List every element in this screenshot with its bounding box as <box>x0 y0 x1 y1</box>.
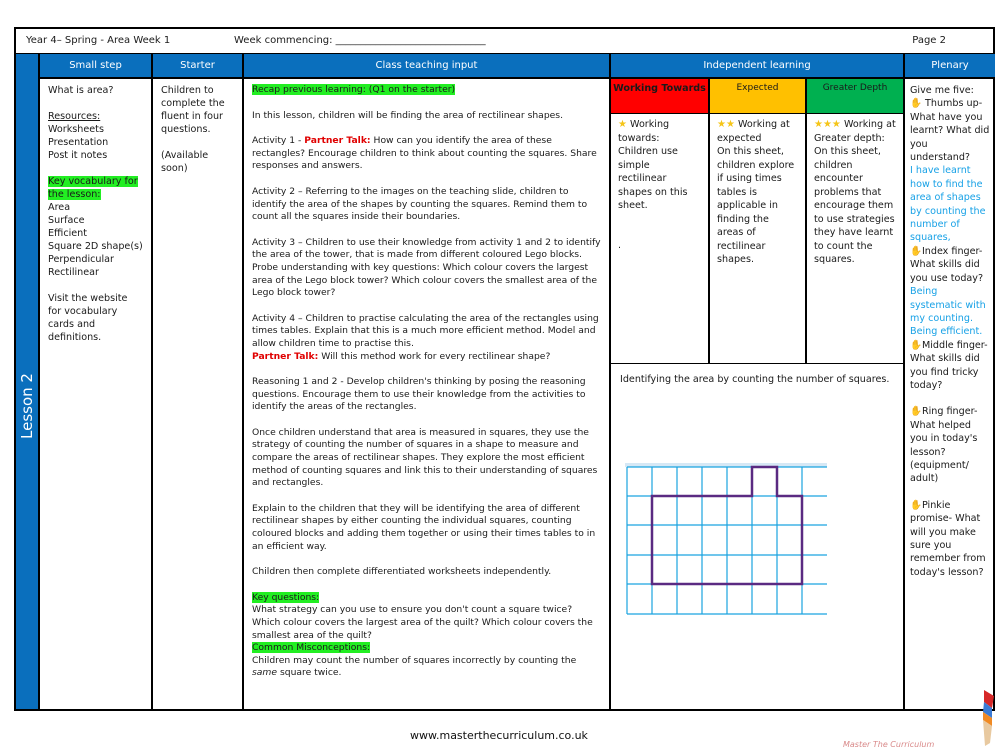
level-header: Greater Depth <box>807 79 903 114</box>
level-text: Children use simple rectilinear shapes o… <box>618 146 688 211</box>
small-step-question: What is area? <box>48 85 114 96</box>
explain-text: Explain to the children that they will b… <box>252 502 596 552</box>
vocab-item: Efficient <box>48 228 88 239</box>
hand-icon: ✋ <box>910 245 922 257</box>
website-note: Visit the website for vocabulary cards a… <box>48 293 128 343</box>
hand-icon: ✋ <box>910 339 922 351</box>
level-body: ★★ Working at expected On this sheet, ch… <box>710 114 805 271</box>
brand-logo-text: Master The Curriculum <box>843 740 935 749</box>
document-title: Year 4– Spring - Area Week 1 <box>26 35 171 46</box>
activity-3: Activity 3 – Children to use their knowl… <box>252 236 601 299</box>
ability-levels: Working Towards ★ Working towards: Child… <box>611 79 903 364</box>
small-step-column: Small step What is area? Resources: Work… <box>38 54 151 709</box>
star-icon: ★★ <box>717 119 735 130</box>
thumb-prompt: Thumbs up- What have you learnt? What di… <box>910 98 990 164</box>
once-text: Once children understand that area is me… <box>252 426 598 489</box>
hand-icon: ✋ <box>910 406 922 418</box>
activity-4-partner-text: Will this method work for every rectilin… <box>318 350 551 362</box>
resources-label: Resources: <box>48 111 101 122</box>
level-text: On this sheet, children encounter proble… <box>814 146 895 265</box>
vocab-item: Rectilinear <box>48 267 99 278</box>
vocab-item: Perpendicular <box>48 254 114 265</box>
star-icon: ★★★ <box>814 119 841 130</box>
resource-item: Post it notes <box>48 150 108 161</box>
pencil-logo-icon <box>983 690 994 746</box>
worked-example: Identifying the area by counting the num… <box>611 365 903 709</box>
page-header: Year 4– Spring - Area Week 1 Week commen… <box>16 29 993 54</box>
level-working-towards: Working Towards ★ Working towards: Child… <box>611 79 708 363</box>
level-extra: . <box>618 239 622 251</box>
lesson-plan-page: Year 4– Spring - Area Week 1 Week commen… <box>14 27 995 711</box>
level-header: Working Towards <box>611 79 708 114</box>
resource-item: Worksheets <box>48 124 104 135</box>
partner-talk-label: Partner Talk: <box>304 135 371 147</box>
misconceptions-pre: Children may count the number of squares… <box>252 654 577 666</box>
key-questions-label: Key questions: <box>252 591 320 603</box>
lesson-label: Lesson 2 <box>18 373 36 439</box>
star-icon: ★ <box>618 119 627 130</box>
plenary-column: Plenary Give me five: ✋ Thumbs up- What … <box>903 54 995 709</box>
level-expected: Expected ★★ Working at expected On this … <box>708 79 805 363</box>
pinkie-prompt: Pinkie promise- What will you make sure … <box>910 499 986 578</box>
plenary-intro: Give me five: <box>910 85 974 96</box>
grid-top-band <box>625 463 827 467</box>
grid-lines <box>626 466 827 615</box>
recap-label: Recap previous learning: (Q1 on the star… <box>252 84 456 95</box>
plenary-header: Plenary <box>905 54 995 79</box>
ring-prompt: Ring finger- What helped you in today's … <box>910 406 978 485</box>
small-step-body: What is area? Resources: Worksheets Pres… <box>40 79 151 349</box>
class-teaching-column: Class teaching input Recap previous lear… <box>242 54 609 709</box>
activity-1-prefix: Activity 1 - <box>252 135 305 147</box>
website-link[interactable]: www.masterthecurriculum.co.uk <box>410 729 588 742</box>
level-greater-depth: Greater Depth ★★★ Working at Greater dep… <box>805 79 903 363</box>
vocab-item: Area <box>48 202 71 213</box>
misconceptions-emphasis: same <box>252 667 278 679</box>
index-answer: Being systematic with my counting. <box>910 286 986 324</box>
level-body: ★ Working towards: Children use simple r… <box>611 114 708 256</box>
class-teaching-header: Class teaching input <box>244 54 609 79</box>
resource-item: Presentation <box>48 137 109 148</box>
starter-text: Children to complete the fluent in four … <box>161 85 225 135</box>
intro-text: In this lesson, children will be finding… <box>252 109 564 121</box>
level-text: On this sheet, children explore if using… <box>717 146 795 265</box>
area-grid-diagram <box>625 463 827 615</box>
key-questions-text: What strategy can you use to ensure you … <box>252 604 593 641</box>
plenary-body: Give me five: ✋ Thumbs up- What have you… <box>905 79 995 584</box>
week-commencing: Week commencing: _______________________… <box>234 35 486 46</box>
class-teaching-body: Recap previous learning: (Q1 on the star… <box>244 79 609 685</box>
activity-1: Activity 1 - Partner Talk: How can you i… <box>252 135 601 173</box>
starter-column: Starter Children to complete the fluent … <box>151 54 242 709</box>
vocab-item: Square 2D shape(s) <box>48 241 143 252</box>
vocab-item: Surface <box>48 215 85 226</box>
example-caption: Identifying the area by counting the num… <box>620 374 890 385</box>
partner-talk-label: Partner Talk: <box>252 350 319 362</box>
independent-learning-column: Independent learning Working Towards ★ W… <box>609 54 903 709</box>
reasoning-text: Reasoning 1 and 2 - Develop children's t… <box>252 376 586 413</box>
hand-icon: ✋ <box>910 98 922 110</box>
independent-learning-header: Independent learning <box>611 54 903 79</box>
starter-body: Children to complete the fluent in four … <box>153 79 242 180</box>
small-step-header: Small step <box>40 54 151 79</box>
level-header: Expected <box>710 79 805 114</box>
hand-icon: ✋ <box>910 499 922 511</box>
misconceptions-post: square twice. <box>277 667 342 679</box>
index-answer: Being efficient. <box>910 326 983 338</box>
lesson-strip: Lesson 2 <box>16 54 38 709</box>
page-number: Page 2 <box>912 35 946 46</box>
thumb-answer: I have learnt how to find the area of sh… <box>910 165 986 244</box>
worksheets-text: Children then complete differentiated wo… <box>252 566 552 578</box>
middle-prompt: Middle finger- What skills did you find … <box>910 339 988 391</box>
starter-note: (Available soon) <box>161 150 209 174</box>
level-body: ★★★ Working at Greater depth: On this sh… <box>807 114 903 271</box>
activity-4: Activity 4 – Children to practise calcul… <box>252 312 599 349</box>
activity-2: Activity 2 – Referring to the images on … <box>252 185 588 223</box>
starter-header: Starter <box>153 54 242 79</box>
activity-4-partner: Partner Talk: Will this method work for … <box>252 351 601 364</box>
vocabulary-label: Key vocabulary for the lesson: <box>48 176 138 200</box>
misconceptions-text: Children may count the number of squares… <box>252 655 601 680</box>
misconceptions-label: Common Misconceptions: <box>252 642 371 654</box>
